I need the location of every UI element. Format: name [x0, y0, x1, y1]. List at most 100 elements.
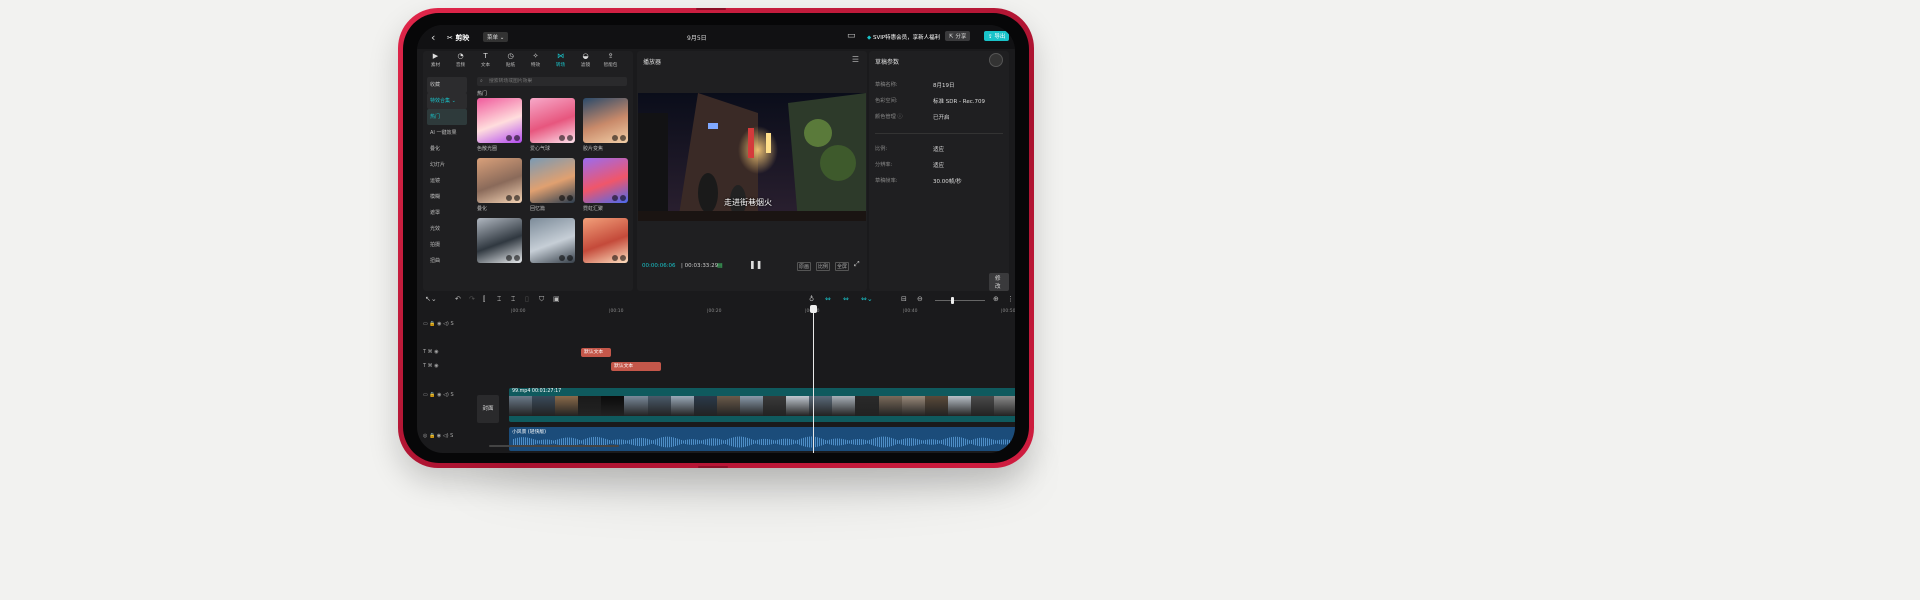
download-icon[interactable]	[514, 195, 520, 201]
download-icon[interactable]	[514, 255, 520, 261]
microphone-icon[interactable]: ♁	[809, 295, 814, 303]
effect-tile[interactable]	[477, 98, 522, 143]
text-clip-1[interactable]: 默认文本	[581, 348, 611, 357]
effect-tile[interactable]	[583, 218, 628, 263]
shield-icon[interactable]: ⛉	[539, 295, 544, 304]
video-preview[interactable]: 走进街巷烟火	[638, 93, 866, 221]
video-clip[interactable]: 99.mp4 00:01:27:17	[509, 388, 1015, 422]
video-frame-thumb	[763, 396, 787, 416]
playhead-handle[interactable]	[810, 305, 817, 313]
video-frame-thumb	[555, 396, 579, 416]
waveform-bar	[927, 439, 928, 445]
zoom-out-icon[interactable]: ⊖	[917, 295, 923, 303]
caption-icon[interactable]: ⊟	[901, 295, 907, 303]
effect-tile[interactable]	[583, 98, 628, 143]
effect-tile[interactable]	[530, 218, 575, 263]
timeline-ruler[interactable]: |00:00|00:10|00:20|00:30|00:40|00:50	[509, 309, 1015, 317]
grid-icon[interactable]: ▦	[717, 262, 723, 269]
zoom-slider-knob[interactable]	[951, 297, 954, 304]
download-icon[interactable]	[567, 135, 573, 141]
share-button[interactable]: ⇱ 分享	[945, 31, 971, 41]
zoom-slider[interactable]	[935, 297, 985, 304]
quality-button[interactable]: 原画	[797, 262, 812, 271]
favorite-icon[interactable]	[506, 195, 512, 201]
fullscreen-icon[interactable]: ⤢	[854, 260, 860, 269]
favorite-icon[interactable]	[559, 195, 565, 201]
effect-tile[interactable]	[530, 158, 575, 203]
download-icon[interactable]	[620, 195, 626, 201]
crop-icon[interactable]: ▣	[553, 295, 560, 303]
category-item[interactable]: 扭曲	[423, 253, 471, 269]
download-icon[interactable]	[620, 135, 626, 141]
redo-icon[interactable]: ↷	[469, 295, 475, 303]
category-item[interactable]: 特效合集 ⌄	[427, 93, 467, 109]
category-item[interactable]: 拍摄	[423, 237, 471, 253]
category-item[interactable]: 热门	[427, 109, 467, 125]
select-tool-icon[interactable]: ↖⌄	[425, 295, 437, 303]
tool-2[interactable]: T 文本	[473, 51, 498, 73]
effect-tile[interactable]	[477, 158, 522, 203]
tool-3[interactable]: ◷ 贴纸	[498, 51, 523, 73]
monitor-icon[interactable]: ▭	[847, 31, 856, 41]
category-item[interactable]: 叠化	[423, 141, 471, 157]
video-frame-thumb	[993, 396, 1015, 416]
effect-tile[interactable]	[530, 98, 575, 143]
effect-tile[interactable]	[477, 218, 522, 263]
favorite-icon[interactable]	[506, 255, 512, 261]
modify-button[interactable]: 修改	[989, 273, 1009, 291]
favorite-icon[interactable]	[559, 255, 565, 261]
category-item[interactable]: 收藏	[427, 77, 467, 93]
category-item[interactable]: 模糊	[423, 189, 471, 205]
favorite-icon[interactable]	[506, 135, 512, 141]
category-item[interactable]: 遮罩	[423, 205, 471, 221]
tool-0[interactable]: ▶ 素材	[423, 51, 448, 73]
favorite-icon[interactable]	[612, 255, 618, 261]
download-icon[interactable]	[514, 135, 520, 141]
text-clip-2[interactable]: 默认文本	[611, 362, 661, 371]
favorite-icon[interactable]	[612, 135, 618, 141]
delete-icon[interactable]: ▯	[525, 295, 529, 303]
export-button[interactable]: ⇪ 导出	[984, 31, 1010, 41]
ratio-button[interactable]: 比例	[816, 262, 831, 271]
player-menu-icon[interactable]: ☰	[852, 55, 859, 64]
back-icon[interactable]: ‹	[431, 31, 435, 44]
fullscreen-label-button[interactable]: 全屏	[835, 262, 850, 271]
tool-1[interactable]: ◔ 音频	[448, 51, 473, 73]
magnet-icon[interactable]: ⇔	[843, 295, 849, 303]
waveform-bar	[541, 439, 542, 445]
more-icon[interactable]: ⋮	[1007, 295, 1014, 303]
zoom-in-icon[interactable]: ⊕	[993, 295, 999, 303]
audio-clip[interactable]: 小风景 (轻快版)	[509, 427, 1015, 451]
tool-4[interactable]: ✧ 特效	[523, 51, 548, 73]
download-icon[interactable]	[567, 195, 573, 201]
tool-5[interactable]: ⋈ 转场	[548, 51, 573, 73]
download-icon[interactable]	[567, 255, 573, 261]
avatar[interactable]	[989, 53, 1003, 67]
timeline-scrollbar[interactable]	[489, 445, 619, 447]
play-pause-button[interactable]: ❚❚	[749, 260, 762, 269]
tool-6[interactable]: ◒ 滤镜	[573, 51, 598, 73]
waveform-bar	[817, 437, 818, 447]
favorite-icon[interactable]	[559, 135, 565, 141]
split-icon[interactable]: ⫿	[483, 295, 485, 304]
category-item[interactable]: 光效	[423, 221, 471, 237]
snap-icon[interactable]: ⇔⌄	[861, 295, 873, 303]
split-left-icon[interactable]: ⌶	[497, 295, 501, 304]
category-item[interactable]: 运镜	[423, 173, 471, 189]
video-frame-thumb	[647, 396, 671, 416]
category-item[interactable]: AI 一键效果	[423, 125, 471, 141]
playhead[interactable]	[810, 305, 817, 453]
vip-promo[interactable]: ◆ SVIP特惠会员，享新人福利	[867, 33, 940, 41]
split-right-icon[interactable]: ⌶	[511, 295, 515, 304]
effect-search-input[interactable]: ⌕ 搜索转场或图片效果	[477, 77, 627, 86]
undo-icon[interactable]: ↶	[455, 295, 461, 303]
link-icon[interactable]: ⇔	[825, 295, 831, 303]
waveform-bar	[801, 438, 802, 446]
category-item[interactable]: 幻灯片	[423, 157, 471, 173]
tool-7[interactable]: ⇪ 智能包	[598, 51, 623, 73]
favorite-icon[interactable]	[612, 195, 618, 201]
download-icon[interactable]	[620, 255, 626, 261]
cover-button[interactable]: 封面	[477, 395, 499, 423]
effect-tile[interactable]	[583, 158, 628, 203]
menu-button[interactable]: 菜单 ⌄	[483, 32, 509, 42]
